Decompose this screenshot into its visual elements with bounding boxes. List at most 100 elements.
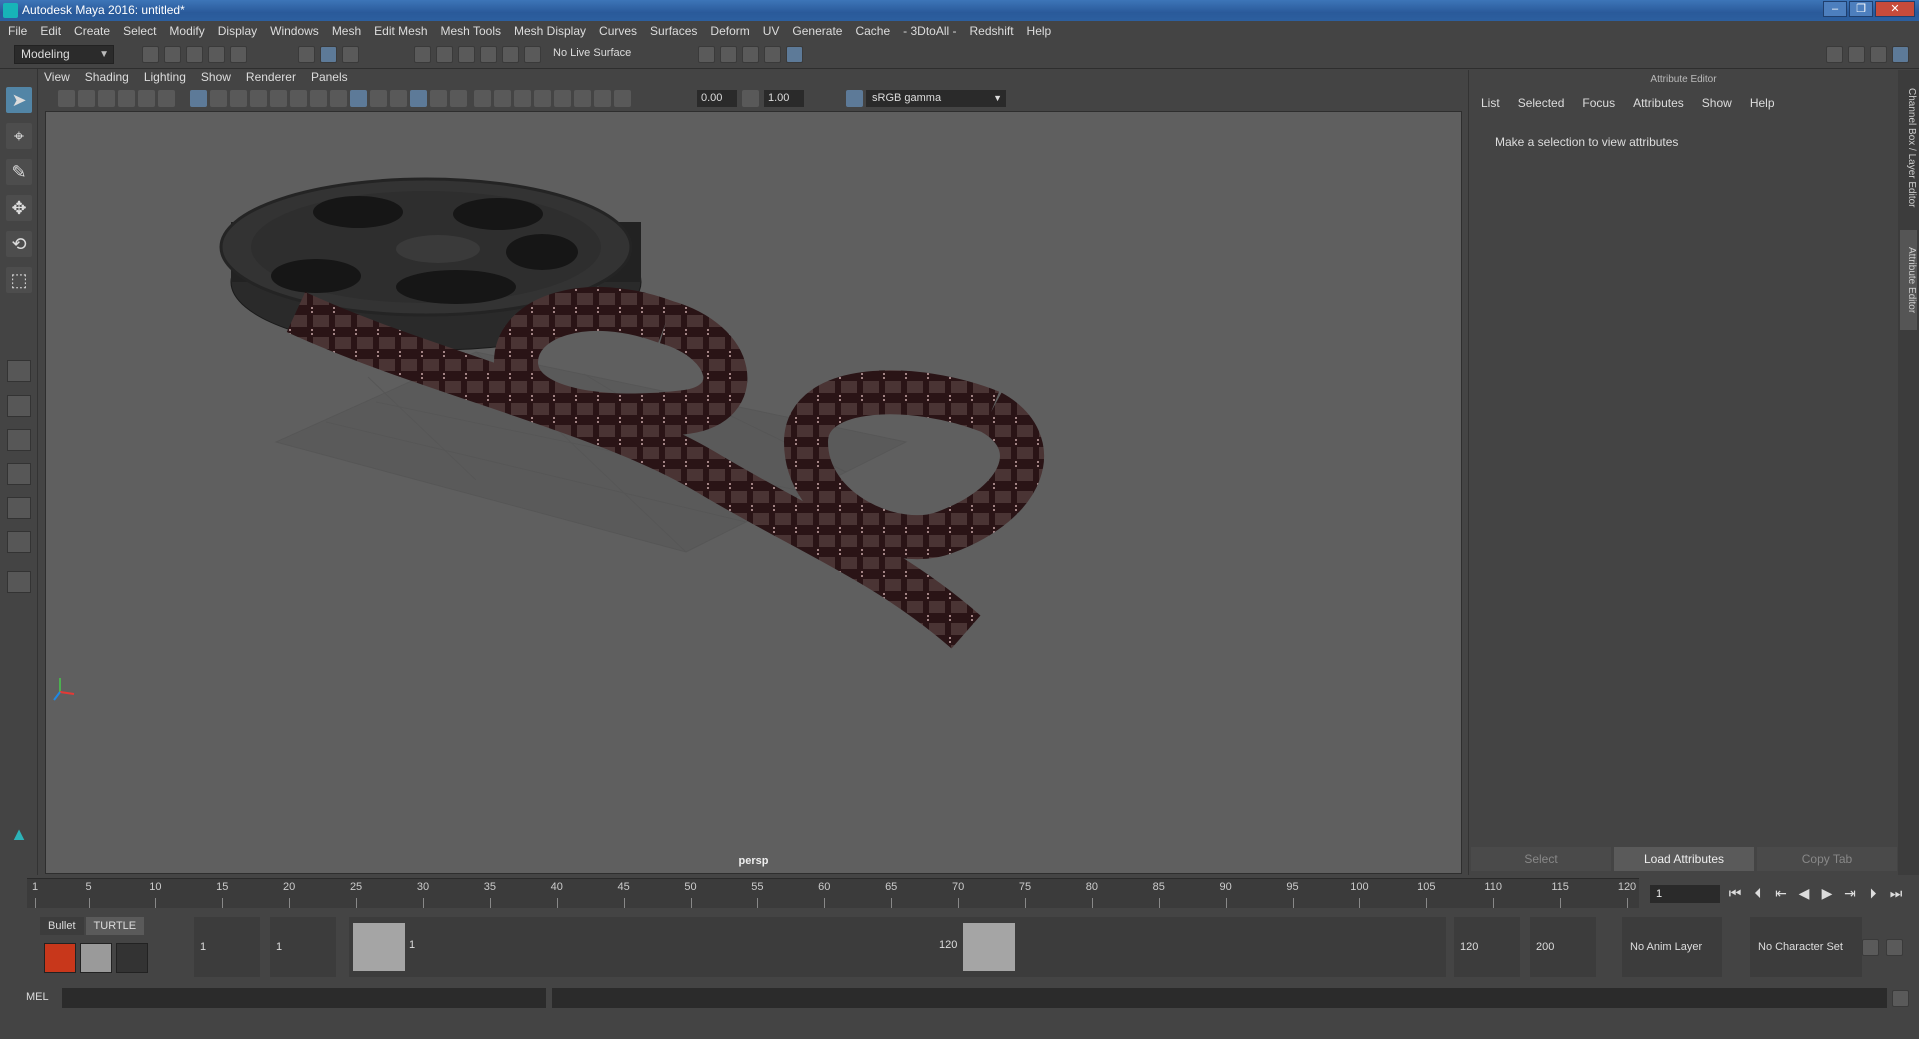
paint-select-tool-icon[interactable]: ✎ (6, 159, 32, 185)
image-plane-icon[interactable] (118, 90, 135, 107)
step-back-frame-icon[interactable]: ⏴ (1749, 885, 1767, 902)
playback-end-field[interactable]: 120 (1454, 917, 1520, 977)
go-to-start-icon[interactable]: ⏮ (1726, 885, 1744, 902)
play-forward-icon[interactable]: ▶ (1818, 885, 1836, 902)
xray-active-icon[interactable] (574, 90, 591, 107)
perspective-viewport[interactable]: persp (45, 111, 1462, 874)
menu-select[interactable]: Select (123, 24, 156, 38)
animation-end-field[interactable]: 200 (1530, 917, 1596, 977)
two-pane-stacked-layout-icon[interactable] (7, 463, 31, 485)
modeling-toolkit-icon[interactable] (1826, 46, 1843, 63)
attr-menu-attributes[interactable]: Attributes (1633, 96, 1684, 110)
render-view-icon[interactable] (764, 46, 781, 63)
select-tool-icon[interactable]: ➤ (6, 87, 32, 113)
menu-redshift[interactable]: Redshift (970, 24, 1014, 38)
channel-box-tab[interactable]: Channel Box / Layer Editor (1900, 80, 1917, 215)
menu-file[interactable]: File (8, 24, 27, 38)
attribute-editor-toggle-icon[interactable] (1848, 46, 1865, 63)
outliner-persp-layout-icon[interactable] (7, 497, 31, 519)
custom-layout-icon[interactable] (7, 571, 31, 593)
view-transform-dropdown[interactable]: sRGB gamma ▼ (866, 90, 1006, 107)
snap-grid-icon[interactable] (414, 46, 431, 63)
gate-mask-icon[interactable] (250, 90, 267, 107)
copy-tab-button[interactable]: Copy Tab (1757, 847, 1897, 871)
attr-menu-show[interactable]: Show (1702, 96, 1732, 110)
scale-tool-icon[interactable]: ⬚ (6, 267, 32, 293)
gamma-field[interactable]: 1.00 (764, 90, 804, 107)
save-scene-icon[interactable] (186, 46, 203, 63)
shadows-icon[interactable] (390, 90, 407, 107)
shelf-tab-turtle[interactable]: TURTLE (85, 917, 145, 935)
menu-modify[interactable]: Modify (169, 24, 204, 38)
gamma-icon[interactable] (742, 90, 759, 107)
attr-menu-selected[interactable]: Selected (1518, 96, 1565, 110)
select-hierarchy-icon[interactable] (298, 46, 315, 63)
step-forward-key-icon[interactable]: ⇥ (1841, 885, 1859, 902)
use-all-lights-icon[interactable] (430, 90, 447, 107)
menu-surfaces[interactable]: Surfaces (650, 24, 697, 38)
menu-display[interactable]: Display (218, 24, 257, 38)
menu-deform[interactable]: Deform (710, 24, 749, 38)
panel-menu-panels[interactable]: Panels (311, 70, 348, 87)
camera-select-icon[interactable] (58, 90, 75, 107)
panel-menu-renderer[interactable]: Renderer (246, 70, 296, 87)
mel-label[interactable]: MEL (26, 991, 49, 1003)
animation-prefs-icon[interactable] (1886, 939, 1903, 956)
four-pane-layout-icon[interactable] (7, 395, 31, 417)
two-pane-side-layout-icon[interactable] (7, 429, 31, 451)
menu-edit[interactable]: Edit (40, 24, 61, 38)
tool-settings-icon[interactable] (1870, 46, 1887, 63)
snap-pivot-icon[interactable] (524, 46, 541, 63)
menu-create[interactable]: Create (74, 24, 110, 38)
xray-icon[interactable] (554, 90, 571, 107)
panel-menu-lighting[interactable]: Lighting (144, 70, 186, 87)
menu-mesh-display[interactable]: Mesh Display (514, 24, 586, 38)
load-attributes-button[interactable]: Load Attributes (1614, 847, 1754, 871)
select-object-icon[interactable] (320, 46, 337, 63)
fire-shelf-icon[interactable] (44, 943, 76, 973)
bookmark-icon[interactable] (98, 90, 115, 107)
range-start-handle[interactable] (353, 923, 405, 971)
live-surface-label[interactable]: No Live Surface (553, 47, 631, 59)
attr-menu-focus[interactable]: Focus (1582, 96, 1615, 110)
menu-cache[interactable]: Cache (855, 24, 890, 38)
step-back-key-icon[interactable]: ⇤ (1772, 885, 1790, 902)
menu-edit-mesh[interactable]: Edit Mesh (374, 24, 427, 38)
xray-joints-icon[interactable] (594, 90, 611, 107)
color-management-icon[interactable] (846, 90, 863, 107)
minimize-button[interactable]: – (1823, 1, 1847, 17)
safe-action-icon[interactable] (290, 90, 307, 107)
menu-mesh-tools[interactable]: Mesh Tools (441, 24, 501, 38)
film-gate-icon[interactable] (210, 90, 227, 107)
menu-uv[interactable]: UV (763, 24, 780, 38)
close-button[interactable]: ✕ (1875, 1, 1915, 17)
attr-menu-list[interactable]: List (1481, 96, 1500, 110)
exposure-field[interactable]: 0.00 (697, 90, 737, 107)
menu-set-dropdown[interactable]: Modeling ▼ (14, 45, 114, 64)
move-tool-icon[interactable]: ✥ (6, 195, 32, 221)
default-lighting-icon[interactable] (370, 90, 387, 107)
select-component-icon[interactable] (342, 46, 359, 63)
safe-title-icon[interactable] (310, 90, 327, 107)
render-frame-icon[interactable] (720, 46, 737, 63)
character-set-dropdown[interactable]: No Character Set (1750, 917, 1862, 977)
step-forward-frame-icon[interactable]: ⏵ (1864, 885, 1882, 902)
anti-aliasing-icon[interactable] (494, 90, 511, 107)
attr-menu-help[interactable]: Help (1750, 96, 1775, 110)
sphere-shelf-icon[interactable] (116, 943, 148, 973)
auto-key-icon[interactable] (1862, 939, 1879, 956)
range-slider[interactable]: 1 120 (349, 917, 1446, 977)
attribute-editor-tab[interactable]: Attribute Editor (1900, 230, 1917, 330)
two-d-pan-icon[interactable] (138, 90, 155, 107)
undo-icon[interactable] (208, 46, 225, 63)
current-frame-field[interactable]: 1 (1650, 885, 1720, 903)
snap-point-icon[interactable] (458, 46, 475, 63)
menu-windows[interactable]: Windows (270, 24, 319, 38)
render-shelf-icon[interactable] (80, 943, 112, 973)
menu-generate[interactable]: Generate (792, 24, 842, 38)
field-chart-icon[interactable] (270, 90, 287, 107)
menu-mesh[interactable]: Mesh (332, 24, 361, 38)
redo-icon[interactable] (230, 46, 247, 63)
panel-menu-shading[interactable]: Shading (85, 70, 129, 87)
camera-attributes-icon[interactable] (78, 90, 95, 107)
